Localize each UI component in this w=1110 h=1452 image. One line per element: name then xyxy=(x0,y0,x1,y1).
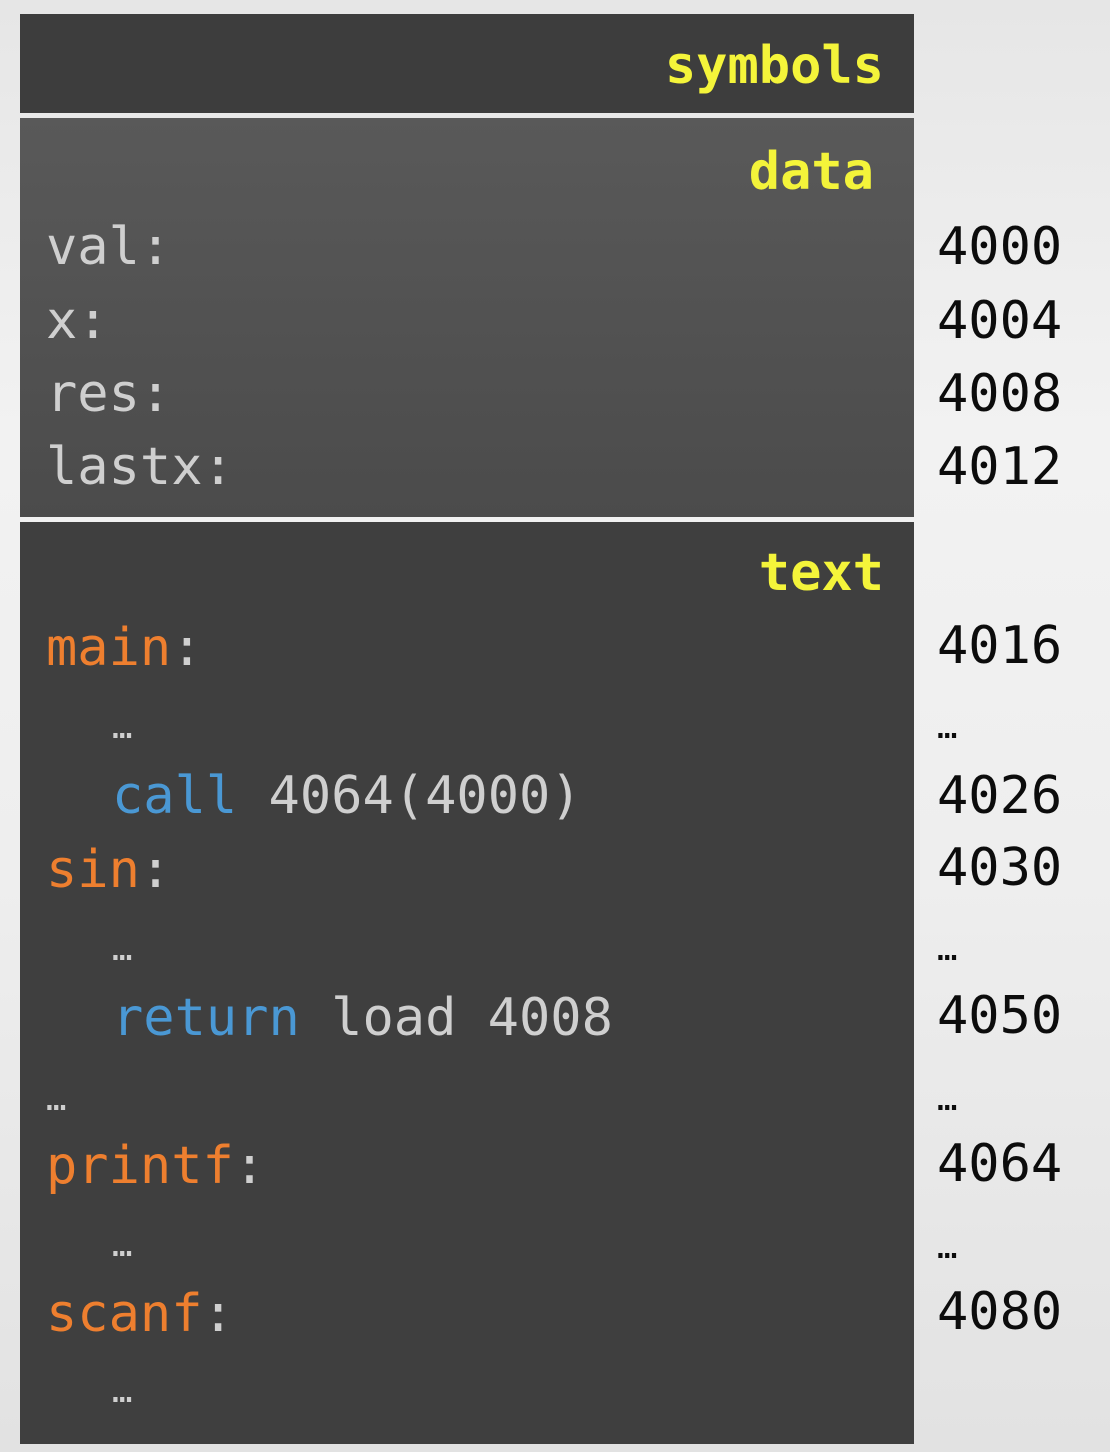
data-label-x: x: xyxy=(46,291,109,351)
symbols-title: symbols xyxy=(664,36,884,96)
label-colon: : xyxy=(139,840,172,900)
label-main: main xyxy=(46,618,172,678)
address-lastx: 4012 xyxy=(937,437,1063,497)
call-args: 4064(4000) xyxy=(237,766,582,826)
data-section: data val: x: res: lastx: xyxy=(20,118,914,517)
ellipsis-printf: … xyxy=(112,1225,133,1265)
data-label-val: val: xyxy=(46,217,172,277)
label-printf: printf xyxy=(46,1136,234,1196)
keyword-call: call xyxy=(112,766,238,826)
data-label-res: res: xyxy=(46,364,172,424)
code-line-return: return load 4008 xyxy=(112,992,613,1044)
symbols-section: symbols xyxy=(20,14,914,113)
address-return: 4050 xyxy=(937,986,1063,1046)
address-ellipsis-sin: … xyxy=(937,929,958,969)
label-colon: : xyxy=(171,618,203,678)
code-line-main: main: xyxy=(46,622,203,674)
label-scanf: scanf xyxy=(46,1284,203,1344)
ellipsis-scanf: … xyxy=(112,1371,133,1411)
label-colon: : xyxy=(202,1284,234,1344)
address-val: 4000 xyxy=(937,217,1063,277)
label-colon: : xyxy=(233,1136,266,1196)
address-ellipsis-main: … xyxy=(937,707,958,747)
data-label-lastx: lastx: xyxy=(46,437,234,497)
code-line-sin: sin: xyxy=(46,844,171,896)
address-sin: 4030 xyxy=(937,838,1063,898)
keyword-return: return xyxy=(112,988,300,1048)
ellipsis-main: … xyxy=(112,707,133,747)
text-title: text xyxy=(758,543,884,603)
address-x: 4004 xyxy=(937,291,1063,351)
data-title: data xyxy=(748,142,874,202)
address-printf: 4064 xyxy=(937,1134,1063,1194)
address-ellipsis-printf: … xyxy=(937,1227,958,1267)
label-sin: sin xyxy=(46,840,140,900)
ellipsis-gap: … xyxy=(46,1079,67,1119)
ellipsis-sin: … xyxy=(112,929,133,969)
address-res: 4008 xyxy=(937,364,1063,424)
address-call: 4026 xyxy=(937,766,1063,826)
return-args: load 4008 xyxy=(299,988,613,1048)
address-scanf: 4080 xyxy=(937,1282,1063,1342)
code-line-scanf: scanf: xyxy=(46,1288,234,1340)
address-ellipsis-gap: … xyxy=(937,1079,958,1119)
code-line-call: call 4064(4000) xyxy=(112,770,582,822)
text-section: text main: … call 4064(4000) sin: … retu… xyxy=(20,522,914,1444)
address-main: 4016 xyxy=(937,616,1063,676)
code-line-printf: printf: xyxy=(46,1140,265,1192)
